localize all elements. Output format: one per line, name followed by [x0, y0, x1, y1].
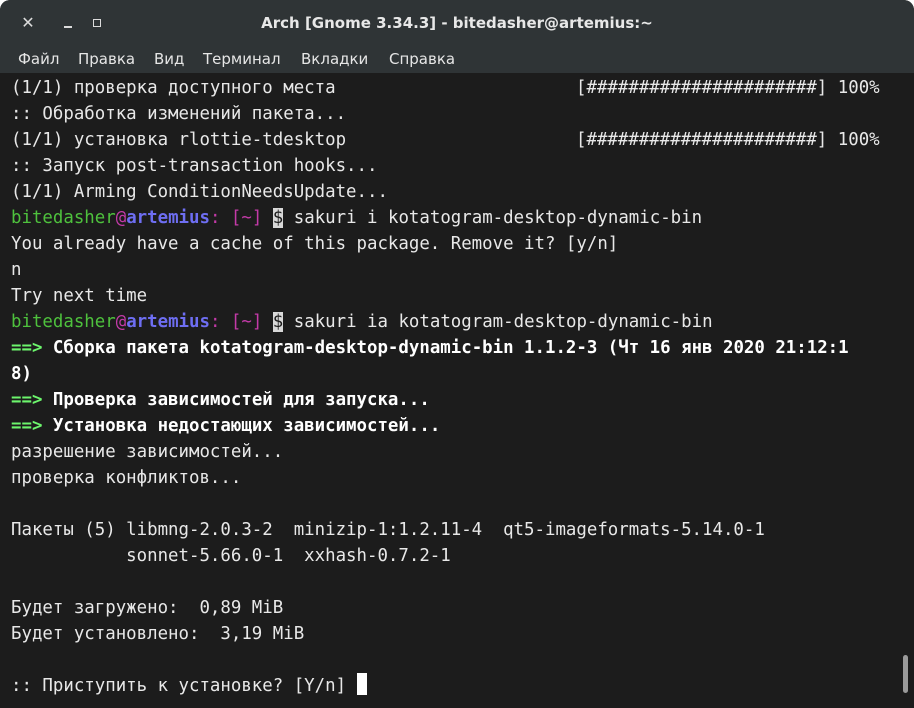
text-cursor — [356, 673, 367, 695]
output-line: (1/1) проверка доступного места — [11, 78, 336, 98]
menu-edit[interactable]: Правка — [78, 50, 135, 68]
output-line: :: Обработка изменений пакета... — [11, 104, 347, 124]
prompt-at: @ — [115, 208, 127, 228]
progress-bar-text: [######################] 100% — [576, 78, 880, 98]
menu-tabs[interactable]: Вкладки — [301, 50, 368, 68]
menu-help[interactable]: Справка — [389, 50, 455, 68]
output-line: n — [11, 260, 22, 280]
output-line: Будет загружено: 0,89 MiB — [11, 598, 284, 618]
title-bar[interactable]: ✕ Arch [Gnome 3.34.3] - bitedasher@artem… — [0, 0, 914, 47]
output-line: (1/1) установка rlottie-tdesktop — [11, 130, 347, 150]
output-line: 8) — [11, 364, 32, 384]
terminal-window: ✕ Arch [Gnome 3.34.3] - bitedasher@artem… — [0, 0, 914, 708]
prompt-at: @ — [115, 312, 127, 332]
prompt-symbol: $ — [272, 208, 284, 228]
output-line: разрешение зависимостей... — [11, 442, 284, 462]
window-title: Arch [Gnome 3.34.3] - bitedasher@artemiu… — [261, 14, 653, 32]
prompt-dir: : [~] — [209, 208, 263, 228]
scrollbar[interactable] — [903, 655, 908, 693]
prompt-host: artemius — [126, 208, 210, 228]
command-text: sakuri i kotatogram-desktop-dynamic-bin — [283, 208, 703, 228]
output-line: sonnet-5.66.0-1 xxhash-0.7.2-1 — [11, 546, 451, 566]
prompt-dir: : [~] — [209, 312, 263, 332]
output-line: ==> Установка недостающих зависимостей..… — [11, 416, 441, 436]
menu-file[interactable]: Файл — [18, 50, 59, 68]
menu-view[interactable]: Вид — [154, 50, 184, 68]
command-text: sakuri ia kotatogram-desktop-dynamic-bin — [283, 312, 713, 332]
output-line: ==> Сборка пакета kotatogram-desktop-dyn… — [11, 338, 849, 358]
menu-bar: Файл Правка Вид Терминал Вкладки Справка — [0, 46, 914, 73]
output-line: Пакеты (5) libmng-2.0.3-2 minizip-1:1.2.… — [11, 520, 765, 540]
output-line: You already have a cache of this package… — [11, 234, 619, 254]
prompt-symbol: $ — [272, 312, 284, 332]
progress-bar-text: [######################] 100% — [576, 130, 880, 150]
menu-terminal[interactable]: Терминал — [203, 50, 281, 68]
prompt-user: bitedasher — [11, 208, 116, 228]
arrow-marker: ==> — [11, 416, 43, 436]
output-line: Будет установлено: 3,19 MiB — [11, 624, 305, 644]
input-prompt-line[interactable]: :: Приступить к установке? [Y/n] — [11, 673, 367, 699]
arrow-marker: ==> — [11, 390, 43, 410]
output-line: :: Запуск post-transaction hooks... — [11, 156, 378, 176]
output-line: (1/1) Arming ConditionNeedsUpdate... — [11, 182, 388, 202]
output-line: ==> Проверка зависимостей для запуска... — [11, 390, 430, 410]
prompt-line: bitedasher@artemius: [~] $ sakuri i kota… — [11, 205, 702, 231]
prompt-line: bitedasher@artemius: [~] $ sakuri ia kot… — [11, 309, 713, 335]
output-line: проверка конфликтов... — [11, 468, 242, 488]
prompt-user: bitedasher — [11, 312, 116, 332]
output-line: Try next time — [11, 286, 148, 306]
terminal-output[interactable]: (1/1) проверка доступного места [#######… — [0, 73, 914, 708]
arrow-marker: ==> — [11, 338, 43, 358]
prompt-host: artemius — [126, 312, 210, 332]
